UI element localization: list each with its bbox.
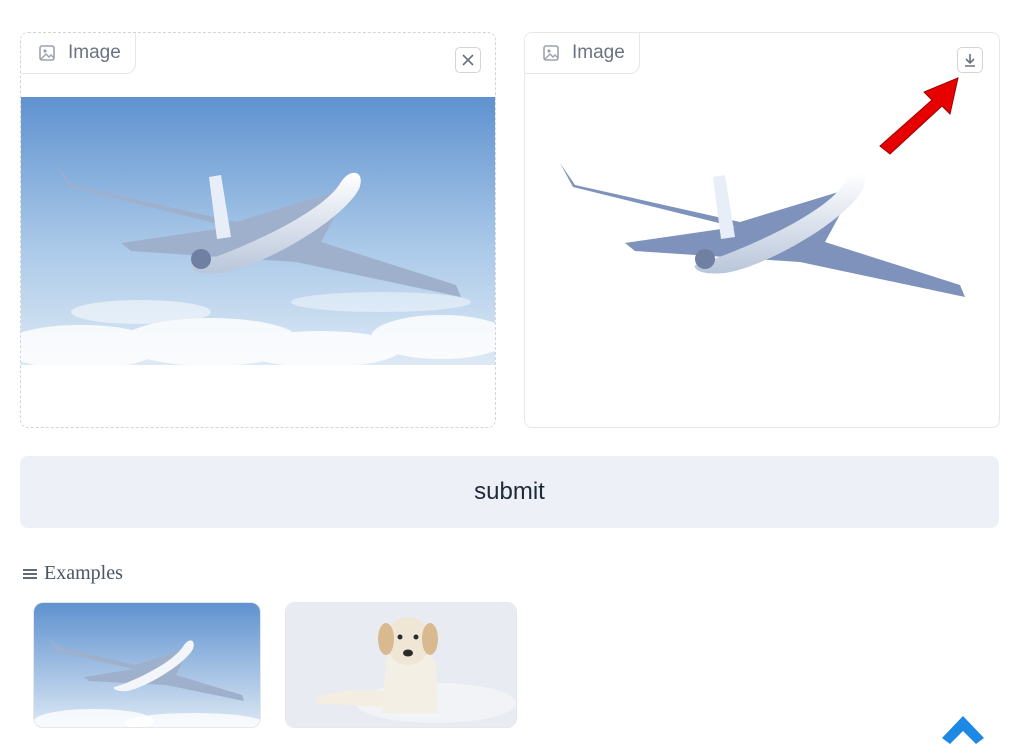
examples-label-text: Examples [44,562,123,584]
input-image-label: Image [21,33,136,74]
download-icon [965,54,975,67]
red-annotation-arrow-icon [879,77,959,155]
input-image-label-text: Image [68,41,121,63]
image-icon [543,44,559,61]
close-icon [462,54,474,66]
dog-thumbnail-image [286,603,516,727]
airplane-thumbnail-image [34,603,260,727]
input-photo [21,97,495,365]
examples-header: Examples [22,562,123,585]
list-icon [23,568,37,579]
output-image-label-text: Image [572,41,625,63]
output-image-label: Image [525,33,640,74]
clear-image-button[interactable] [455,47,481,73]
example-thumbnail-dog[interactable] [285,602,517,728]
input-image-panel[interactable]: Image [20,32,496,428]
submit-button[interactable]: submit [20,456,999,528]
image-icon [39,44,55,61]
example-thumbnail-airplane[interactable] [33,602,261,728]
scroll-to-top-icon[interactable] [938,704,988,746]
